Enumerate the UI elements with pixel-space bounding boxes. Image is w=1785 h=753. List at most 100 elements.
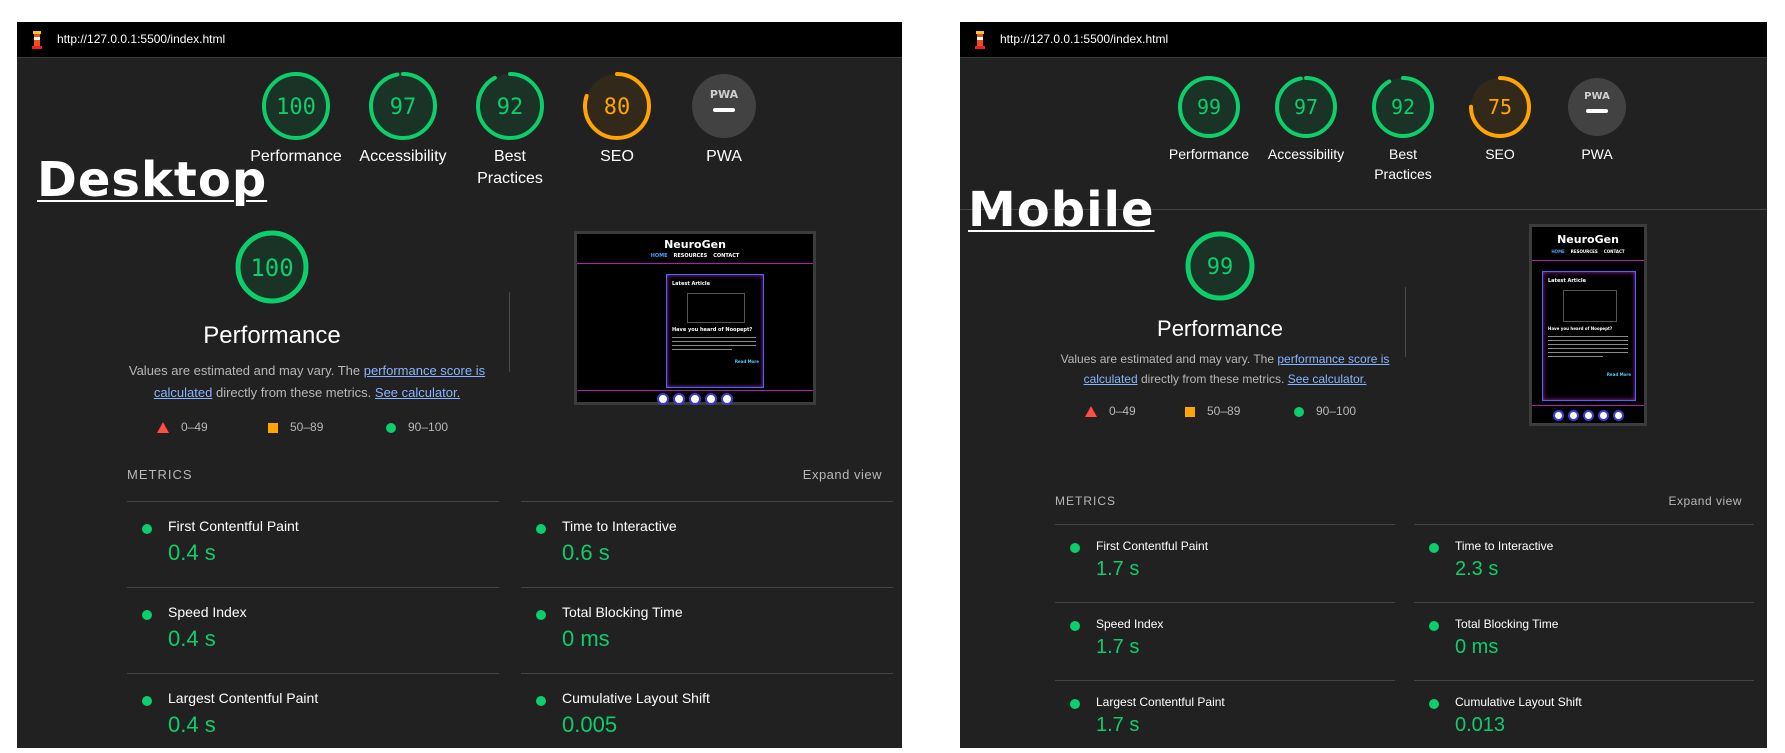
gauge-label: PWA — [1581, 146, 1613, 162]
report-url[interactable]: http://127.0.0.1:5500/index.html — [57, 32, 225, 46]
metric-value: 0 ms — [562, 626, 610, 651]
gauge-label: Accessibility — [1267, 146, 1345, 162]
report-topbar: http://127.0.0.1:5500/index.html — [960, 22, 1767, 58]
calculator-link[interactable]: See calculator. — [1288, 372, 1367, 386]
pass-dot-icon — [142, 524, 152, 534]
fail-triangle-icon — [1085, 406, 1097, 418]
score-gauge-performance[interactable]: 99 Performance — [1159, 74, 1259, 164]
fail-triangle-icon — [157, 422, 169, 434]
pass-dot-icon — [536, 696, 546, 706]
metric-value: 0.4 s — [168, 712, 216, 737]
metric-value: 1.7 s — [1096, 714, 1140, 736]
average-square-icon — [268, 422, 278, 433]
gauge-ring: 97 — [1275, 76, 1337, 138]
pass-dot-icon — [142, 610, 152, 620]
gauge-score: 100 — [276, 95, 316, 120]
performance-heading: Performance — [1157, 316, 1283, 341]
performance-heading: Performance — [203, 322, 341, 349]
performance-detail-score: 99 — [1207, 255, 1234, 280]
performance-detail-ring: 99 — [1185, 231, 1255, 301]
gauge-score: 97 — [1294, 95, 1318, 119]
gauge-score: 80 — [604, 95, 631, 120]
gauge-score: 97 — [390, 95, 417, 120]
performance-detail-ring: 100 — [235, 230, 309, 304]
pass-dot-icon — [536, 610, 546, 620]
metric-value: 0.013 — [1455, 714, 1506, 736]
pass-dot-icon — [1070, 543, 1080, 553]
lighthouse-logo-icon — [32, 31, 42, 49]
gauge-label: SEO — [1485, 146, 1515, 162]
metric-first-contentful-paint: First Contentful Paint 0.4 s — [127, 501, 499, 588]
gauge-score: 99 — [1197, 95, 1221, 119]
score-gauge-pwa[interactable]: PWA PWA — [1547, 74, 1647, 164]
metric-time-to-interactive: Time to Interactive 2.3 s — [1414, 524, 1754, 603]
metric-title: First Contentful Paint — [1096, 539, 1209, 553]
pwa-dash-icon — [1586, 109, 1608, 113]
metric-speed-index: Speed Index 0.4 s — [127, 587, 499, 674]
score-gauge-seo[interactable]: 80 SEO — [562, 70, 672, 168]
metric-title: Cumulative Layout Shift — [562, 690, 710, 706]
performance-detail-gauge: 100 — [232, 227, 312, 307]
report-topbar: http://127.0.0.1:5500/index.html — [17, 22, 902, 58]
score-legend: 0–49 50–89 90–100 — [157, 420, 487, 440]
score-gauge-accessibility[interactable]: 97 Accessibility — [1256, 74, 1356, 164]
mobile-report-panel: http://127.0.0.1:5500/index.html 99 Perfo… — [960, 22, 1767, 748]
overlay-title: Desktop — [37, 152, 268, 208]
calculator-link[interactable]: See calculator. — [375, 385, 460, 400]
pwa-badge-icon: PWA — [1584, 91, 1610, 102]
pass-circle-icon — [386, 422, 396, 433]
average-square-icon — [1185, 406, 1195, 417]
score-gauge-pwa[interactable]: PWA PWA — [669, 70, 779, 168]
metric-value: 1.7 s — [1096, 558, 1140, 580]
expand-view-button[interactable]: Expand view — [803, 467, 882, 482]
report-url[interactable]: http://127.0.0.1:5500/index.html — [1000, 32, 1168, 46]
metric-title: Time to Interactive — [562, 518, 677, 534]
metric-title: Speed Index — [1096, 617, 1164, 631]
score-gauge-accessibility[interactable]: 97 Accessibility — [348, 70, 458, 168]
page-screenshot-thumbnail[interactable]: NeuroGen HOME RESOURCES CONTACT Latest Art… — [1529, 224, 1647, 426]
metric-title: Largest Contentful Paint — [1096, 695, 1225, 709]
metric-cumulative-layout-shift: Cumulative Layout Shift 0.013 — [1414, 680, 1754, 748]
metric-title: Speed Index — [168, 604, 247, 620]
pwa-dash-icon — [713, 108, 735, 112]
gauge-ring: 97 — [369, 72, 437, 140]
score-gauge-seo[interactable]: 75 SEO — [1450, 74, 1550, 164]
metrics-header: METRICS — [127, 467, 193, 482]
metric-title: Total Blocking Time — [562, 604, 683, 620]
vertical-divider — [509, 292, 510, 372]
metric-title: Time to Interactive — [1455, 539, 1554, 553]
metric-first-contentful-paint: First Contentful Paint 1.7 s — [1055, 524, 1395, 603]
gauge-ring: 75 — [1469, 76, 1531, 138]
gauge-ring: PWA — [1568, 78, 1626, 136]
metric-title: First Contentful Paint — [168, 518, 299, 534]
score-gauge-best-practices[interactable]: 92 Best Practices — [1353, 74, 1453, 184]
overlay-title: Mobile — [968, 182, 1155, 238]
performance-detail-score: 100 — [250, 254, 293, 282]
gauge-ring: 80 — [583, 72, 651, 140]
metric-value: 0.4 s — [168, 626, 216, 651]
metric-total-blocking-time: Total Blocking Time 0 ms — [521, 587, 893, 674]
expand-view-button[interactable]: Expand view — [1668, 494, 1742, 508]
metric-time-to-interactive: Time to Interactive 0.6 s — [521, 501, 893, 588]
score-gauge-best-practices[interactable]: 92 Best Practices — [455, 70, 565, 190]
lighthouse-logo-icon — [975, 31, 985, 49]
metrics-header: METRICS — [1055, 494, 1116, 508]
pass-circle-icon — [1294, 406, 1304, 417]
metric-value: 1.7 s — [1096, 636, 1140, 658]
pass-dot-icon — [1429, 543, 1439, 553]
pass-dot-icon — [1070, 699, 1080, 709]
performance-description: Values are estimated and may vary. The p… — [128, 363, 486, 400]
metric-value: 2.3 s — [1455, 558, 1499, 580]
metric-speed-index: Speed Index 1.7 s — [1055, 602, 1395, 681]
performance-detail-gauge: 99 — [1183, 229, 1257, 303]
pass-dot-icon — [536, 524, 546, 534]
metric-value: 0.6 s — [562, 540, 610, 565]
page-screenshot-thumbnail[interactable]: NeuroGen HOME RESOURCES CONTACT Latest Art… — [574, 231, 816, 405]
gauge-label: Performance — [1168, 146, 1250, 162]
metric-value: 0.4 s — [168, 540, 216, 565]
gauge-label: Best Practices — [477, 148, 543, 187]
pass-dot-icon — [1429, 699, 1439, 709]
desktop-report-panel: http://127.0.0.1:5500/index.html 100 Perf… — [17, 22, 902, 748]
gauge-ring: PWA — [692, 74, 756, 138]
pass-dot-icon — [142, 696, 152, 706]
